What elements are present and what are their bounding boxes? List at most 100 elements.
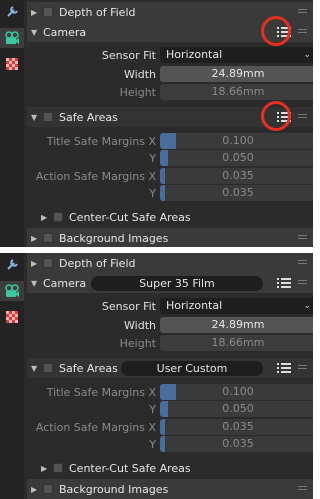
preset-list-icon[interactable]: [277, 361, 291, 375]
panel-label: Camera: [43, 25, 87, 39]
title-safe-x-slider[interactable]: 0.100: [160, 384, 313, 400]
expand-arrow-icon[interactable]: ▶: [41, 213, 49, 222]
slider-fill: [160, 185, 166, 201]
field-label: Y: [149, 437, 156, 451]
panel-background-images[interactable]: ▶ Background Images: [27, 479, 313, 499]
height-field[interactable]: 18.66mm: [160, 335, 313, 351]
title-safe-y-slider[interactable]: 0.050: [160, 150, 313, 166]
panel-label: Depth of Field: [59, 5, 136, 19]
action-safe-y-row: Y 0.035: [27, 183, 313, 203]
chevron-down-icon: ⌄: [303, 301, 311, 311]
tab-camera-data[interactable]: [0, 281, 24, 301]
collapse-arrow-icon[interactable]: ▼: [31, 113, 39, 122]
panel-grip-icon[interactable]: [298, 9, 307, 15]
center-cut-checkbox[interactable]: [53, 212, 63, 222]
action-safe-y-slider[interactable]: 0.035: [160, 185, 313, 201]
collapse-arrow-icon[interactable]: ▼: [31, 279, 39, 288]
highlight-circle-camera-preset: [261, 16, 291, 46]
title-safe-x-slider[interactable]: 0.100: [160, 133, 313, 149]
expand-arrow-icon[interactable]: ▶: [31, 234, 39, 243]
panel-label: Center-Cut Safe Areas: [69, 210, 191, 224]
properties-panel-before: ▶ Depth of Field ▼ Camera Sensor Fit Hor…: [0, 0, 313, 247]
slider-fill: [160, 133, 176, 149]
field-label: Y: [149, 151, 156, 165]
dof-checkbox[interactable]: [43, 258, 53, 268]
title-safe-y-row: Y 0.050: [27, 399, 313, 419]
width-row: Width 24.89mm: [27, 315, 313, 335]
tab-tool[interactable]: [0, 2, 24, 22]
width-field[interactable]: 24.89mm: [160, 66, 313, 82]
camera-data-icon: [5, 31, 19, 44]
safe-areas-checkbox[interactable]: [43, 363, 53, 373]
camera-data-icon: [5, 284, 19, 297]
safe-areas-preset-field[interactable]: User Custom: [121, 361, 263, 376]
panel-camera[interactable]: ▼ Camera Super 35 Film: [27, 273, 313, 293]
panel-label: Safe Areas: [59, 361, 118, 375]
sensor-fit-dropdown[interactable]: Horizontal ⌄: [160, 47, 313, 63]
safe-areas-checkbox[interactable]: [43, 112, 53, 122]
expand-arrow-icon[interactable]: ▶: [31, 259, 39, 268]
sensor-fit-row: Sensor Fit Horizontal ⌄: [27, 296, 313, 316]
action-safe-x-slider[interactable]: 0.035: [160, 419, 313, 435]
background-images-checkbox[interactable]: [43, 233, 53, 243]
field-label: Height: [119, 336, 156, 350]
field-label: Width: [124, 318, 156, 332]
height-field[interactable]: 18.66mm: [160, 84, 313, 100]
tab-texture[interactable]: [0, 307, 24, 327]
preset-list-icon[interactable]: [277, 276, 291, 290]
panel-grip-icon[interactable]: [298, 29, 307, 35]
slider-fill: [160, 419, 166, 435]
panel-center-cut[interactable]: ▶ Center-Cut Safe Areas: [27, 458, 313, 478]
tab-tool[interactable]: [0, 255, 24, 275]
action-safe-y-slider[interactable]: 0.035: [160, 436, 313, 452]
texture-checker-icon: [6, 311, 18, 323]
slider-fill: [160, 401, 168, 417]
field-label: Y: [149, 186, 156, 200]
panel-grip-icon[interactable]: [298, 235, 307, 241]
panel-label: Background Images: [59, 231, 169, 245]
background-images-checkbox[interactable]: [43, 484, 53, 494]
width-field[interactable]: 24.89mm: [160, 317, 313, 333]
slider-fill: [160, 436, 166, 452]
panel-center-cut[interactable]: ▶ Center-Cut Safe Areas: [27, 207, 313, 227]
action-safe-x-slider[interactable]: 0.035: [160, 168, 313, 184]
slider-value: 0.035: [222, 186, 254, 199]
panel-grip-icon[interactable]: [298, 486, 307, 492]
panel-grip-icon[interactable]: [298, 280, 307, 286]
tab-camera-data[interactable]: [0, 28, 24, 48]
panel-grip-icon[interactable]: [298, 114, 307, 120]
sensor-fit-row: Sensor Fit Horizontal ⌄: [27, 45, 313, 65]
center-cut-checkbox[interactable]: [53, 463, 63, 473]
sensor-fit-dropdown[interactable]: Horizontal ⌄: [160, 298, 313, 314]
properties-panel-after: ▶ Depth of Field ▼ Camera Super 35 Film …: [0, 253, 313, 499]
camera-preset-field[interactable]: Super 35 Film: [91, 276, 263, 291]
tab-texture[interactable]: [0, 54, 24, 74]
field-label: Sensor Fit: [101, 299, 156, 313]
expand-arrow-icon[interactable]: ▶: [41, 464, 49, 473]
panel-label: Depth of Field: [59, 256, 136, 270]
expand-arrow-icon[interactable]: ▶: [31, 485, 39, 494]
slider-value: 0.050: [222, 402, 254, 415]
expand-arrow-icon[interactable]: ▶: [31, 8, 39, 17]
title-safe-y-slider[interactable]: 0.050: [160, 401, 313, 417]
panel-label: Center-Cut Safe Areas: [69, 461, 191, 475]
panel-depth-of-field[interactable]: ▶ Depth of Field: [27, 253, 313, 273]
collapse-arrow-icon[interactable]: ▼: [31, 364, 39, 373]
slider-fill: [160, 168, 166, 184]
dof-checkbox[interactable]: [43, 7, 53, 17]
height-row: Height 18.66mm: [27, 82, 313, 102]
action-safe-y-row: Y 0.035: [27, 434, 313, 454]
title-safe-y-row: Y 0.050: [27, 148, 313, 168]
slider-fill: [160, 384, 176, 400]
panel-label: Camera: [43, 276, 87, 290]
field-label: Title Safe Margins X: [46, 134, 156, 148]
panel-grip-icon[interactable]: [298, 365, 307, 371]
dropdown-value: Horizontal: [166, 299, 223, 312]
panel-safe-areas[interactable]: ▼ Safe Areas User Custom: [27, 358, 313, 378]
properties-tab-strip: [0, 253, 24, 499]
field-label: Sensor Fit: [101, 48, 156, 62]
field-label: Width: [124, 67, 156, 81]
panel-background-images[interactable]: ▶ Background Images: [27, 228, 313, 247]
panel-grip-icon[interactable]: [298, 260, 307, 266]
collapse-arrow-icon[interactable]: ▼: [31, 28, 39, 37]
